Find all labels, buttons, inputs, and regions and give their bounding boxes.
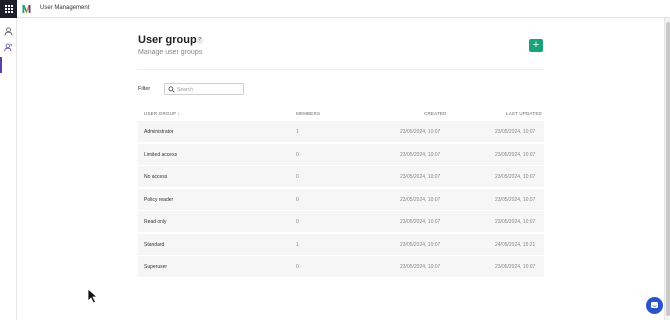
search-input[interactable] xyxy=(177,85,241,94)
updated-date: 23/05/2024, 10:07 xyxy=(495,197,536,203)
app-title: User Management xyxy=(40,5,90,11)
table-row[interactable]: Policy reader 0 23/05/2024, 10:07 23/05/… xyxy=(138,189,544,210)
group-name: Read only xyxy=(144,219,167,225)
member-count: 0 xyxy=(296,197,299,203)
created-date: 23/05/2024, 10:07 xyxy=(400,129,441,135)
page-scrollbar[interactable] xyxy=(664,18,670,320)
column-header-members[interactable]: MEMBERS xyxy=(296,111,320,116)
member-count: 1 xyxy=(296,129,299,135)
apps-menu-button[interactable] xyxy=(0,0,17,18)
mouse-cursor-icon xyxy=(87,288,99,304)
member-count: 0 xyxy=(296,264,299,270)
page-subtitle: Manage user groups xyxy=(138,49,203,56)
created-date: 23/05/2024, 10:07 xyxy=(400,174,441,180)
created-date: 23/05/2024, 10:07 xyxy=(400,197,441,203)
table-row[interactable]: Administrator 1 23/05/2024, 10:07 23/05/… xyxy=(138,121,544,142)
user-icon[interactable] xyxy=(4,27,13,36)
top-bar: User Management xyxy=(0,0,670,18)
created-date: 23/05/2024, 10:07 xyxy=(400,264,441,270)
sidebar xyxy=(0,18,17,320)
created-date: 23/05/2024, 10:07 xyxy=(400,242,441,248)
chat-icon xyxy=(651,302,658,308)
plus-icon: + xyxy=(532,39,540,51)
column-header-user-group[interactable]: USER GROUP ↓ xyxy=(144,111,180,116)
app-logo[interactable] xyxy=(22,4,31,14)
created-date: 23/05/2024, 10:07 xyxy=(400,219,441,225)
header-divider xyxy=(138,69,544,70)
chat-button[interactable] xyxy=(646,297,663,314)
column-header-created[interactable]: CREATED xyxy=(424,111,447,116)
filter-label: Filter xyxy=(138,86,151,92)
group-name: Standard xyxy=(144,242,165,248)
updated-date: 24/05/2024, 15:21 xyxy=(495,242,536,248)
group-name: No access xyxy=(144,174,168,180)
updated-date: 23/05/2024, 10:07 xyxy=(495,152,536,158)
apps-grid-icon xyxy=(4,5,13,13)
group-name: Superuser xyxy=(144,264,168,270)
sidebar-active-indicator xyxy=(0,57,2,73)
updated-date: 23/05/2024, 10:07 xyxy=(495,174,536,180)
member-count: 1 xyxy=(296,242,299,248)
member-count: 0 xyxy=(296,174,299,180)
help-icon[interactable]: ? xyxy=(196,37,203,44)
group-name: Administrator xyxy=(144,129,174,135)
updated-date: 23/05/2024, 10:07 xyxy=(495,129,536,135)
user-group-icon[interactable] xyxy=(4,43,13,52)
group-name: Policy reader xyxy=(144,197,174,203)
member-count: 0 xyxy=(296,152,299,158)
search-box[interactable] xyxy=(164,83,244,95)
updated-date: 23/05/2024, 10:07 xyxy=(495,219,536,225)
table-row[interactable]: Superuser 0 23/05/2024, 10:07 23/05/2024… xyxy=(138,256,544,277)
table-row[interactable]: Read only 0 23/05/2024, 10:07 23/05/2024… xyxy=(138,211,544,232)
group-name: Limited access xyxy=(144,152,178,158)
table-row[interactable]: No access 0 23/05/2024, 10:07 23/05/2024… xyxy=(138,166,544,187)
member-count: 0 xyxy=(296,219,299,225)
scrollbar-thumb[interactable] xyxy=(666,22,670,316)
column-header-last-updated[interactable]: LAST UPDATED xyxy=(506,111,542,116)
table-row[interactable]: Standard 1 23/05/2024, 10:07 24/05/2024,… xyxy=(138,234,544,255)
updated-date: 23/05/2024, 10:07 xyxy=(495,264,536,270)
add-user-group-button[interactable]: + xyxy=(529,39,543,52)
search-icon xyxy=(168,86,175,93)
page-title: User groups xyxy=(138,34,203,46)
created-date: 23/05/2024, 10:07 xyxy=(400,152,441,158)
table-row[interactable]: Limited access 0 23/05/2024, 10:07 23/05… xyxy=(138,144,544,165)
